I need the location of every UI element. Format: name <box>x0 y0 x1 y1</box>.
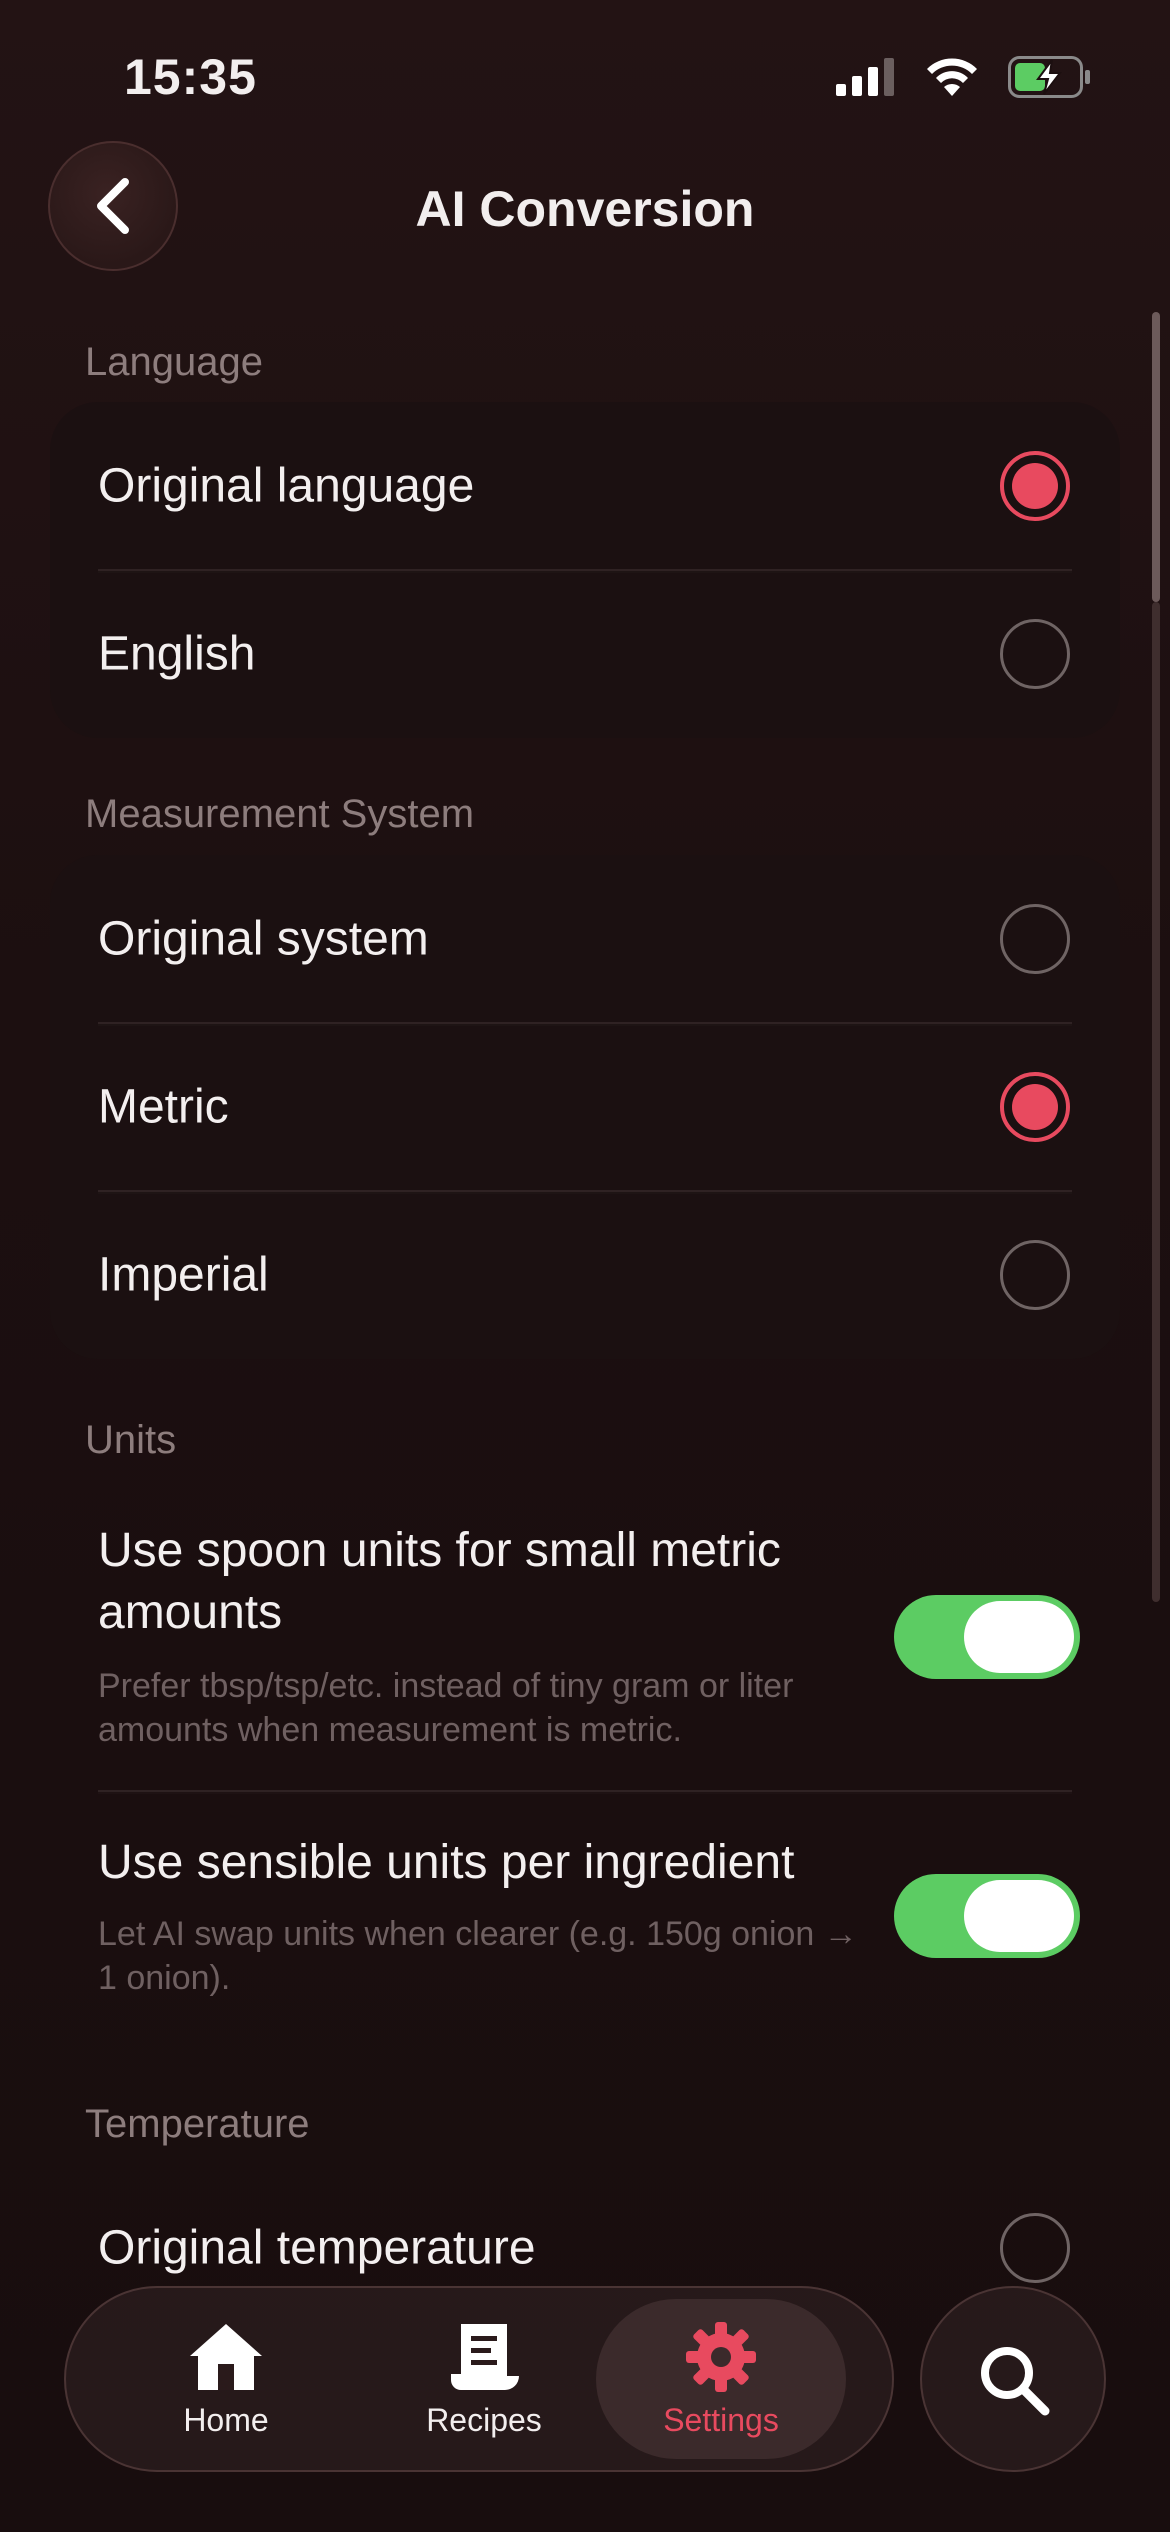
radio-unselected[interactable] <box>1000 619 1070 689</box>
tab-home[interactable]: Home <box>101 2288 351 2470</box>
tab-label: Recipes <box>426 2401 542 2438</box>
cellular-signal-icon <box>836 58 894 96</box>
option-label: Original language <box>98 459 475 513</box>
radio-unselected[interactable] <box>1000 1240 1070 1310</box>
toggle-row-sensible-units: Use sensible units per ingredient Let AI… <box>50 1832 1120 2062</box>
tab-label: Settings <box>663 2401 779 2438</box>
toggle-title: Use spoon units for small metric amounts <box>98 1524 781 1639</box>
scrollbar[interactable] <box>1152 312 1160 602</box>
language-card: Original language English <box>50 402 1120 738</box>
radio-selected[interactable] <box>1000 1072 1070 1142</box>
radio-unselected[interactable] <box>1000 904 1070 974</box>
option-label: English <box>98 627 256 681</box>
wifi-icon <box>927 58 977 96</box>
tab-settings[interactable]: Settings <box>596 2299 846 2459</box>
page-title: AI Conversion <box>415 181 755 237</box>
option-label: Metric <box>98 1080 229 1134</box>
divider <box>98 1790 1072 1794</box>
option-label: Original system <box>98 912 429 966</box>
radio-unselected[interactable] <box>1000 2213 1070 2283</box>
radio-selected[interactable] <box>1000 451 1070 521</box>
tab-bar: Home Recipes Settings <box>64 2286 894 2472</box>
measurement-option-original[interactable]: Original system <box>50 855 1120 1023</box>
toggle-subtitle: Let AI swap units when clearer (e.g. 150… <box>98 1915 858 1997</box>
status-icons <box>836 56 1092 98</box>
spoon-units-toggle[interactable] <box>894 1595 1080 1679</box>
measurement-option-imperial[interactable]: Imperial <box>50 1191 1120 1359</box>
tab-recipes[interactable]: Recipes <box>359 2288 609 2470</box>
section-label-units: Units <box>85 1418 177 1462</box>
section-label-language: Language <box>85 340 263 384</box>
option-label: Imperial <box>98 1248 269 1302</box>
language-option-original[interactable]: Original language <box>50 402 1120 570</box>
section-label-temperature: Temperature <box>85 2102 310 2146</box>
toggle-subtitle: Prefer tbsp/tsp/etc. instead of tiny gra… <box>98 1667 794 1749</box>
home-icon <box>190 2323 262 2390</box>
toggle-title: Use sensible units per ingredient <box>98 1836 795 1889</box>
recipes-icon <box>451 2323 519 2390</box>
search-icon <box>981 2347 1050 2416</box>
gear-icon <box>686 2321 756 2392</box>
toggle-row-spoon-units: Use spoon units for small metric amounts… <box>50 1520 1120 1790</box>
language-option-english[interactable]: English <box>50 570 1120 738</box>
battery-charging-icon <box>1008 56 1090 98</box>
status-time: 15:35 <box>124 49 257 105</box>
option-label: Original temperature <box>98 2221 536 2275</box>
tab-label: Home <box>183 2401 269 2438</box>
measurement-option-metric[interactable]: Metric <box>50 1023 1120 1191</box>
scroll-track <box>1152 602 1160 1602</box>
search-button[interactable] <box>920 2286 1106 2472</box>
measurement-card: Original system Metric Imperial <box>50 855 1120 1359</box>
section-label-measurement: Measurement System <box>85 792 475 836</box>
sensible-units-toggle[interactable] <box>894 1874 1080 1958</box>
